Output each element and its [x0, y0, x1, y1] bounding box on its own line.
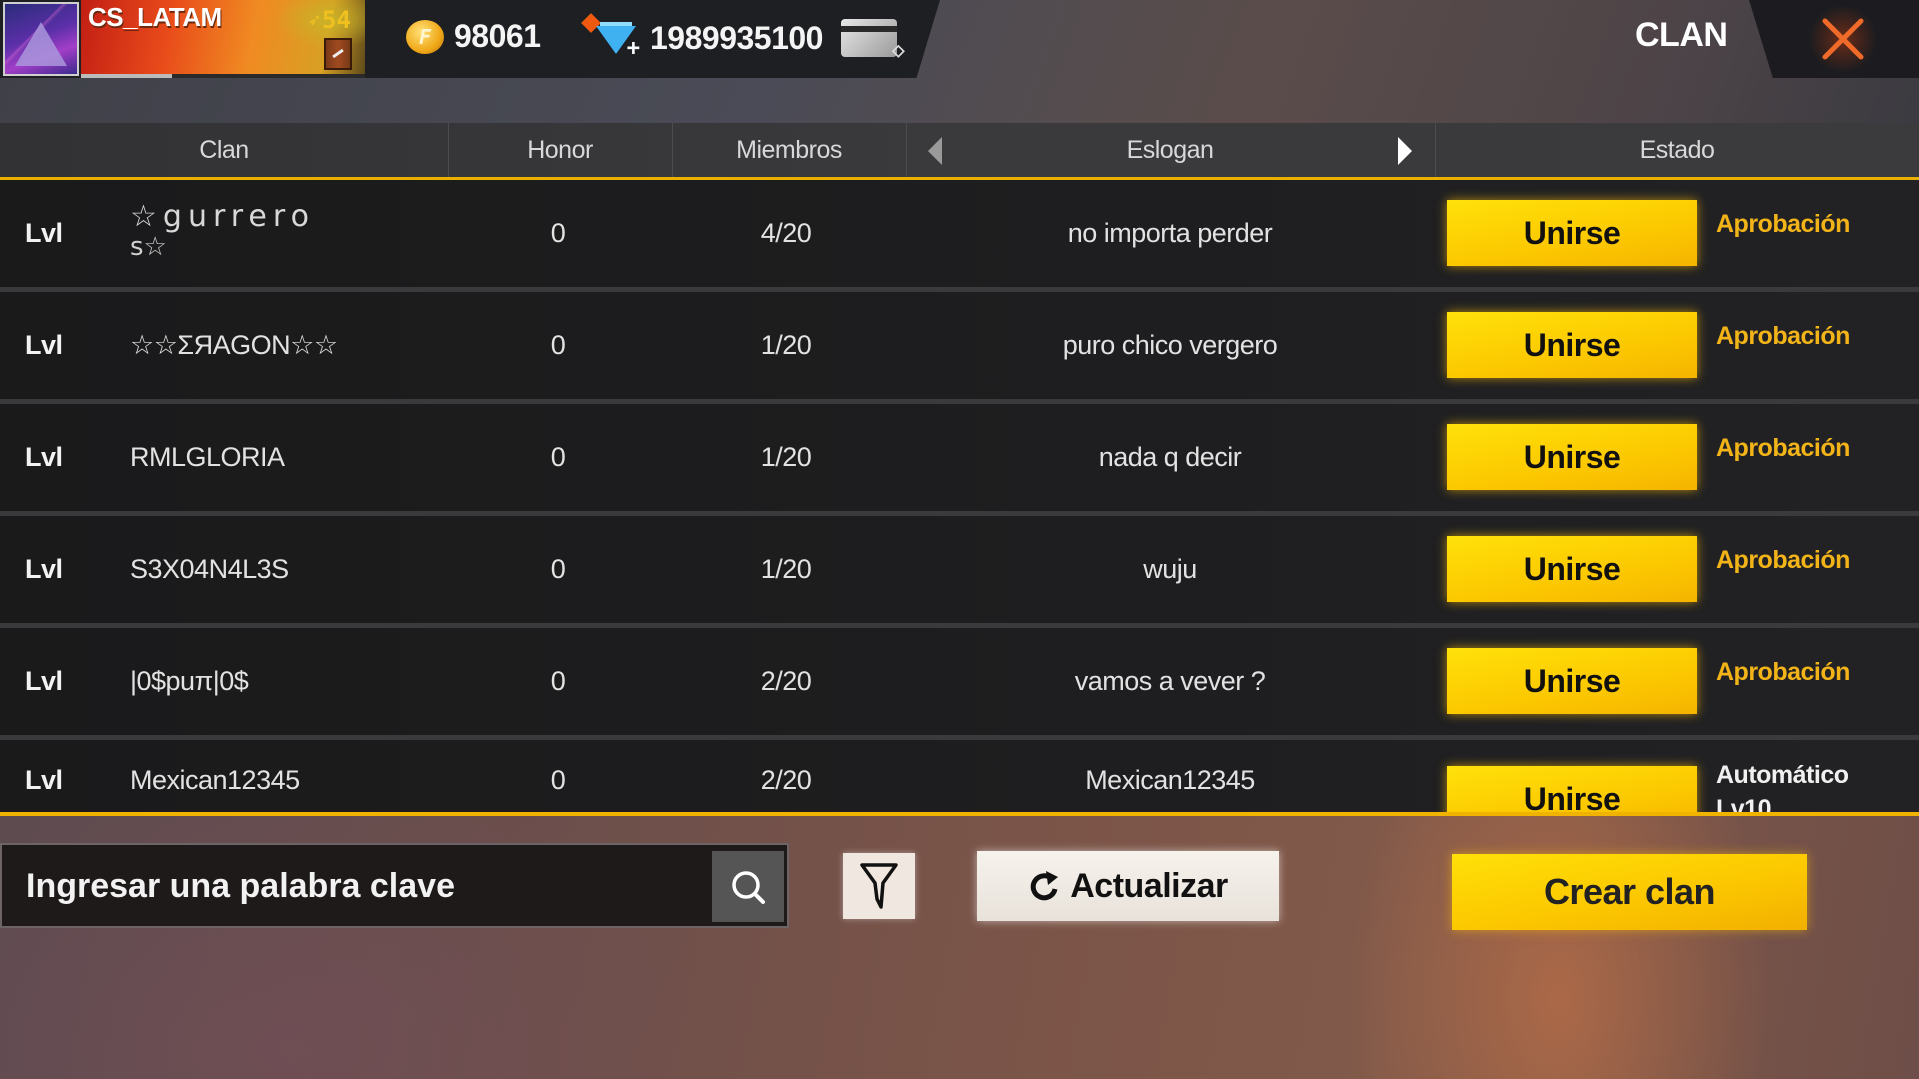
clan-slogan: wuju [1143, 554, 1197, 584]
player-profile[interactable]: CS_LATAM ➶ 54 [0, 0, 365, 78]
clan-honor: 0 [550, 218, 566, 248]
clan-list[interactable]: Lvl ☆gurrero s☆ 0 4/20 no importa perder… [0, 180, 1919, 812]
refresh-icon [1030, 871, 1059, 901]
join-status: Aprobación [1716, 210, 1850, 238]
clan-honor: 0 [550, 764, 566, 795]
avatar[interactable] [3, 2, 79, 76]
column-header-honor[interactable]: Honor [448, 123, 672, 177]
clan-honor: 0 [550, 330, 566, 360]
diamond-currency[interactable]: + 1989935100 ◇ [581, 13, 905, 63]
close-button[interactable] [1808, 6, 1878, 72]
clan-row[interactable]: Lvl ☆☆ΣЯAGON☆☆ 0 1/20 puro chico vergero… [0, 292, 1919, 404]
search-field[interactable] [0, 843, 789, 928]
join-button[interactable]: Unirse [1447, 312, 1697, 378]
clan-row[interactable]: Lvl S3X04N4L3S 0 1/20 wuju Unirse Aproba… [0, 516, 1919, 628]
clan-honor: 0 [550, 666, 566, 696]
clan-level: Lvl [25, 218, 63, 248]
clan-members: 2/20 [760, 764, 812, 795]
filter-button[interactable] [843, 853, 915, 919]
clan-row[interactable]: Lvl Mexican12345 0 2/20 Mexican12345 Uni… [0, 740, 1919, 812]
join-status: Aprobación [1716, 658, 1850, 686]
clan-level: Lvl [25, 442, 63, 472]
column-divider [906, 123, 907, 177]
clan-slogan: Mexican12345 [1085, 764, 1255, 795]
clan-name-decoration: s☆ [130, 232, 167, 262]
column-header-members[interactable]: Miembros [672, 123, 906, 177]
join-button[interactable]: Unirse [1447, 200, 1697, 266]
next-column-arrow-icon[interactable] [1398, 137, 1412, 165]
diamond-amount: 1989935100 [650, 19, 823, 56]
filter-icon [860, 863, 898, 909]
join-status-requirement: Lv10 [1716, 795, 1771, 812]
gold-amount: 98061 [454, 18, 541, 54]
column-header-status: Estado [1639, 135, 1715, 164]
join-button[interactable]: Unirse [1447, 648, 1697, 714]
clan-name: |0$puπ|0$ [130, 666, 249, 696]
page-title: CLAN [1635, 16, 1728, 54]
diamond-add-icon[interactable]: + [581, 13, 640, 60]
clan-name: Mexican12345 [130, 764, 300, 795]
clan-level: Lvl [25, 330, 63, 360]
clan-members: 2/20 [760, 666, 812, 696]
column-header-slogan: Eslogan [1126, 135, 1214, 164]
join-status: Aprobación [1716, 434, 1850, 462]
join-status: Automático Lv10 [1716, 758, 1849, 812]
clan-slogan: no importa perder [1067, 218, 1273, 248]
clan-slogan: puro chico vergero [1062, 330, 1278, 360]
clan-name: ☆☆ΣЯAGON☆☆ [130, 330, 338, 360]
xp-progress-bar [81, 74, 365, 78]
join-button[interactable]: Unirse [1447, 536, 1697, 602]
column-header-clan[interactable]: Clan [0, 123, 448, 177]
clan-members: 1/20 [760, 330, 812, 360]
player-level-badge: ➶ 54 [308, 6, 351, 34]
clan-level: Lvl [25, 666, 63, 696]
join-status-mode: Automático [1716, 761, 1849, 789]
clan-members: 1/20 [760, 442, 812, 472]
refresh-label: Actualizar [1070, 866, 1228, 905]
clan-slogan: vamos a vever ? [1074, 666, 1266, 696]
player-level: 54 [322, 6, 351, 34]
clan-honor: 0 [550, 554, 566, 584]
clan-name: RMLGLORIA [130, 442, 285, 472]
topup-card-icon[interactable]: ◇ [840, 19, 905, 63]
clan-name: S3X04N4L3S [130, 554, 289, 584]
clan-honor: 0 [550, 442, 566, 472]
clan-row[interactable]: Lvl RMLGLORIA 0 1/20 nada q decir Unirse… [0, 404, 1919, 516]
previous-column-arrow-icon[interactable] [928, 137, 942, 165]
table-bottom-border [0, 812, 1919, 816]
search-icon [732, 870, 765, 904]
clan-slogan: nada q decir [1098, 442, 1242, 472]
create-clan-button[interactable]: Crear clan [1452, 854, 1807, 930]
gold-currency: F 98061 [406, 18, 541, 55]
banner-badge-icon [324, 38, 352, 70]
level-wing-icon: ➶ [308, 8, 321, 32]
clan-row[interactable]: Lvl |0$puπ|0$ 0 2/20 vamos a vever ? Uni… [0, 628, 1919, 740]
clan-row[interactable]: Lvl ☆gurrero s☆ 0 4/20 no importa perder… [0, 180, 1919, 292]
join-status: Aprobación [1716, 322, 1850, 350]
clan-level: Lvl [25, 554, 63, 584]
clan-members: 4/20 [760, 218, 812, 248]
search-input[interactable] [26, 855, 706, 917]
gold-coin-icon: F [406, 19, 444, 54]
join-status: Aprobación [1716, 546, 1850, 574]
search-button[interactable] [712, 851, 784, 922]
clan-table: Clan Honor Miembros Eslogan Estado Lvl ☆… [0, 123, 1919, 816]
refresh-button[interactable]: Actualizar [977, 851, 1279, 921]
join-button[interactable]: Unirse [1447, 424, 1697, 490]
close-icon [1822, 18, 1864, 60]
join-button[interactable]: Unirse [1447, 766, 1697, 812]
player-name: CS_LATAM [88, 2, 222, 32]
clan-level: Lvl [25, 764, 63, 795]
table-header: Clan Honor Miembros Eslogan Estado [0, 123, 1919, 180]
clan-members: 1/20 [760, 554, 812, 584]
